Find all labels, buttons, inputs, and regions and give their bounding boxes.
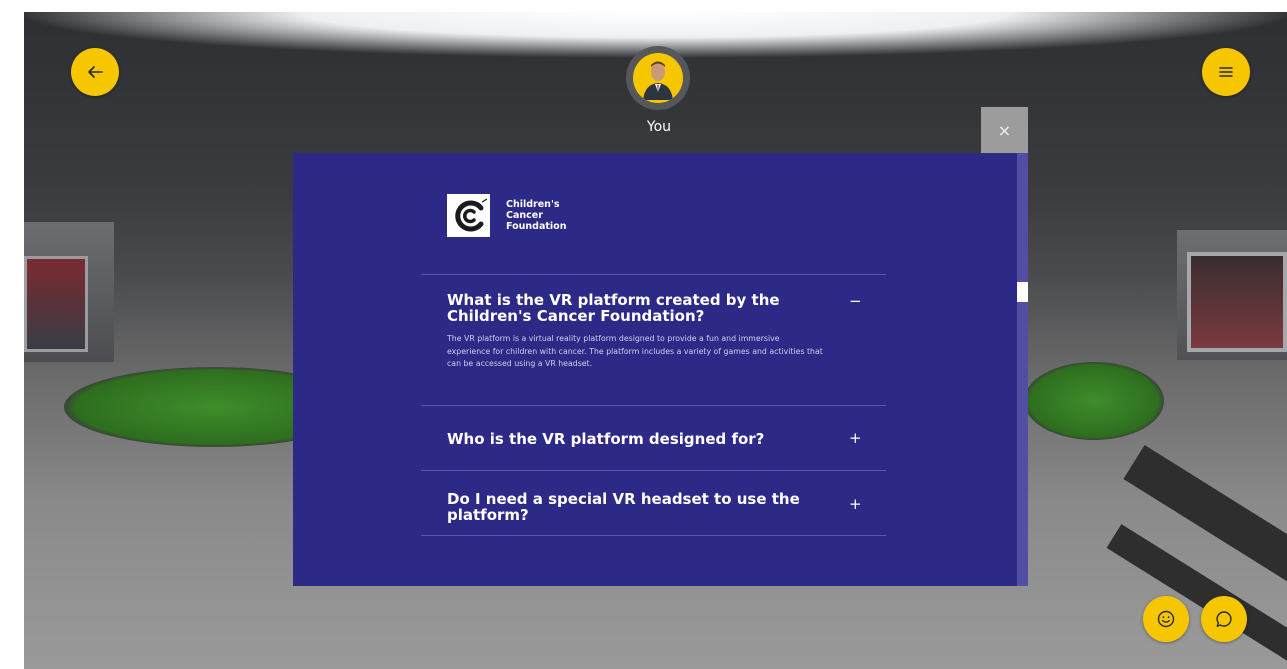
foundation-logo-mark <box>447 194 490 237</box>
arrow-left-icon <box>88 66 103 78</box>
chat-button[interactable] <box>1201 596 1247 642</box>
modal-scrollbar-thumb[interactable] <box>1017 282 1028 302</box>
avatar <box>633 53 683 103</box>
left-display-screen <box>24 256 88 352</box>
foundation-logo: Children's Cancer Foundation <box>447 194 566 237</box>
logo-line-3: Foundation <box>506 221 567 232</box>
logo-line-1: Children's <box>506 199 560 210</box>
expand-icon[interactable]: + <box>849 429 862 447</box>
spiral-logo-icon <box>454 197 487 231</box>
chat-bubble-icon <box>1216 611 1232 627</box>
user-avatar-button[interactable] <box>626 46 690 110</box>
right-wall <box>1177 230 1287 360</box>
emoji-button[interactable] <box>1143 596 1189 642</box>
close-icon: × <box>997 120 1012 140</box>
right-display-screen <box>1187 252 1287 352</box>
faq-divider <box>421 274 886 275</box>
expand-icon[interactable]: + <box>849 495 862 513</box>
left-wall <box>24 222 114 362</box>
modal-scrollbar[interactable] <box>1017 153 1028 586</box>
menu-button[interactable] <box>1202 48 1250 96</box>
back-button[interactable] <box>71 48 119 96</box>
faq-divider <box>421 405 886 406</box>
hamburger-menu-icon <box>1219 67 1233 77</box>
faq-divider <box>421 535 886 536</box>
collapse-icon[interactable]: − <box>849 292 862 310</box>
user-label: You <box>646 119 672 135</box>
logo-line-2: Cancer <box>506 210 543 221</box>
faq-question-1[interactable]: What is the VR platform created by the C… <box>447 292 817 324</box>
faq-question-3[interactable]: Do I need a special VR headset to use th… <box>447 491 817 523</box>
smiley-icon <box>1157 610 1175 628</box>
faq-divider <box>421 470 886 471</box>
person-avatar-icon <box>643 61 673 100</box>
faq-modal: Children's Cancer Foundation What is the… <box>293 153 1028 586</box>
right-green-platform <box>1024 362 1164 440</box>
faq-answer-1: The VR platform is a virtual reality pla… <box>447 334 823 369</box>
foundation-logo-text: Children's Cancer Foundation <box>506 199 566 232</box>
close-button[interactable]: × <box>981 107 1028 153</box>
faq-question-2[interactable]: Who is the VR platform designed for? <box>447 431 827 447</box>
